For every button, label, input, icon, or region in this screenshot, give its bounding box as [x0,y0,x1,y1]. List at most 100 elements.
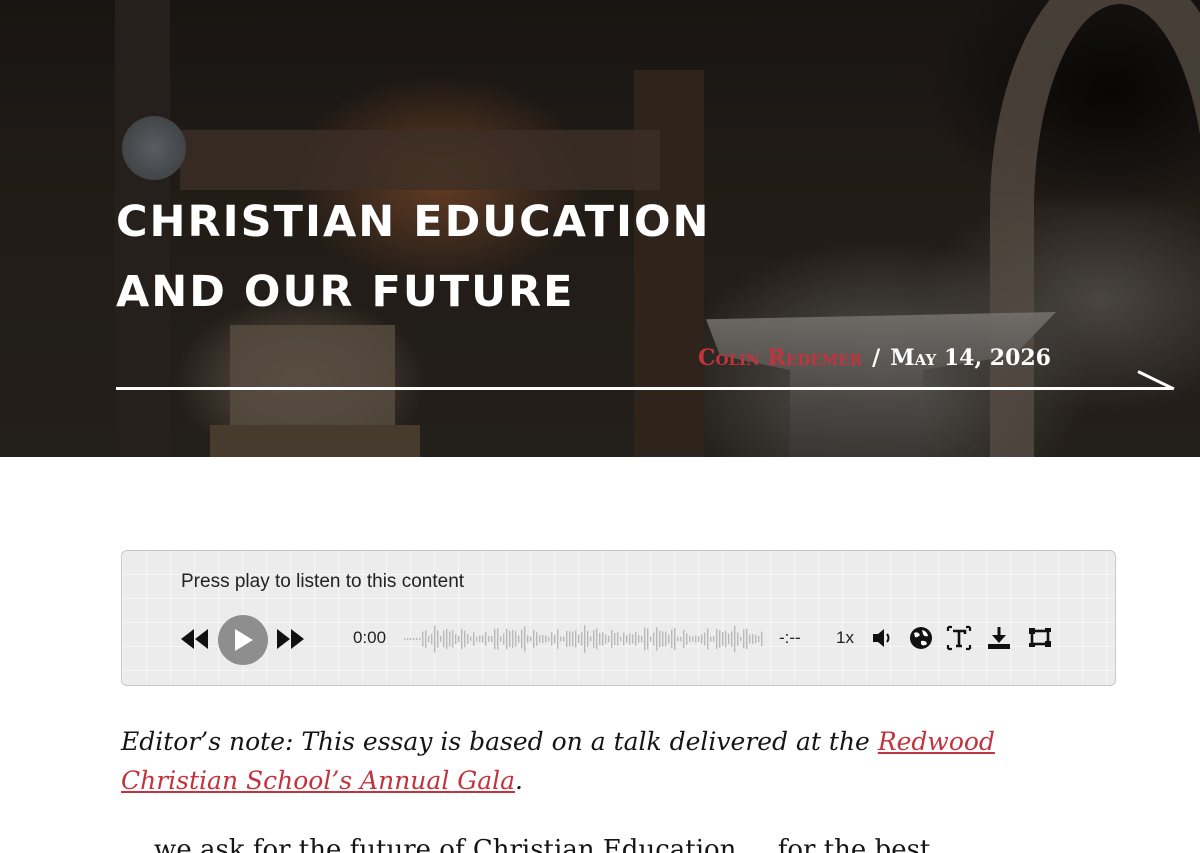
waveform-bar [536,632,538,646]
play-button[interactable] [218,615,268,665]
waveform-bar [521,629,523,649]
waveform-bar [626,635,628,643]
waveform-bar [647,628,649,650]
play-icon [235,629,253,651]
waveform-bar [503,633,505,645]
waveform-bar [413,638,415,640]
author-link[interactable]: Colin Redemer [698,345,862,371]
waveform-bar [662,631,664,647]
waveform-bar [494,628,496,650]
waveform-bar [725,630,727,648]
waveform-bar [473,632,475,646]
waveform-bar [758,636,760,642]
waveform-bar [419,638,421,640]
waveform-bar [470,636,472,642]
waveform-bar [458,636,460,642]
waveform-bar [512,630,514,648]
waveform-bar [449,631,451,647]
volume-icon[interactable] [870,625,896,651]
audio-player: Press play to listen to this content 0:0… [121,550,1116,686]
waveform-bar [461,628,463,650]
rewind-button[interactable] [180,627,210,651]
waveform-bar [677,636,679,642]
waveform-bar [437,630,439,648]
waveform-bar [644,627,646,651]
waveform-bar [497,628,499,650]
forward-button[interactable] [275,627,305,651]
waveform-bar [674,627,676,651]
waveform-bar [704,632,706,646]
waveform-bar [530,636,532,642]
waveform-bar [632,634,634,644]
waveform-bar [722,632,724,646]
waveform-bar [755,634,757,644]
playback-speed-button[interactable]: 1x [836,628,854,648]
waveform-bar [527,635,529,643]
waveform-bar [524,626,526,652]
waveform-bar [659,630,661,648]
waveform-bar [743,629,745,649]
waveform-bar [746,628,748,650]
waveform-bar [548,636,550,642]
waveform-bar [410,638,412,640]
waveform-bar [713,636,715,642]
player-prompt: Press play to listen to this content [181,571,465,592]
waveform-bar [443,630,445,648]
waveform-bar [653,632,655,646]
waveform-bar [446,629,448,649]
waveform-bar [455,634,457,644]
transcript-text-icon[interactable] [946,625,972,651]
waveform-bar [476,636,478,642]
waveform-bar [599,632,601,646]
waveform-bar [611,630,613,648]
waveform-bar [404,638,406,640]
waveform-scrubber[interactable] [404,623,764,655]
waveform-bar [572,631,574,647]
waveform-bar [551,632,553,646]
waveform-bar [737,632,739,646]
download-icon[interactable] [986,625,1012,651]
waveform-bar [518,635,520,643]
waveform-bar [539,635,541,643]
hero-banner: Christian Education and Our Future Colin… [0,0,1200,457]
waveform-bar [506,628,508,650]
expand-player-icon[interactable] [1027,625,1053,651]
waveform-bar [602,632,604,646]
waveform-bar [689,636,691,642]
waveform-bar [623,632,625,646]
body-text: ... we ask for the future of Christian E… [121,838,964,853]
fast-forward-icon [277,629,304,649]
waveform-bar [620,636,622,642]
waveform-bar [593,630,595,648]
waveform-bar [575,630,577,648]
waveform-bar [554,634,556,644]
waveform-bar [479,635,481,643]
title-rule [116,387,1172,390]
waveform-bar [728,633,730,645]
waveform-bar [566,630,568,648]
waveform-bar [710,636,712,642]
waveform-bar [509,630,511,648]
globe-language-icon[interactable] [908,625,934,651]
waveform-bar [425,630,427,648]
waveform-bar [650,636,652,642]
waveform-bar [665,631,667,647]
byline-separator: / [872,345,881,371]
waveform-bar [596,628,598,650]
waveform-bar [563,636,565,642]
waveform-bar [467,634,469,644]
waveform-bar [590,636,592,642]
waveform-bar [614,632,616,646]
article-body-first-line: ... we ask for the future of Christian E… [121,838,1111,853]
waveform-bar [749,634,751,644]
waveform-bar [560,636,562,642]
waveform-bar [500,636,502,642]
current-time: 0:00 [353,628,387,647]
editors-note: Editor’s note: This essay is based on a … [121,722,1111,800]
waveform-bar [464,630,466,648]
waveform-bar [605,634,607,644]
waveform-bar [581,632,583,646]
waveform-bar [545,635,547,643]
waveform-bar [716,628,718,650]
waveform-bar [701,634,703,644]
